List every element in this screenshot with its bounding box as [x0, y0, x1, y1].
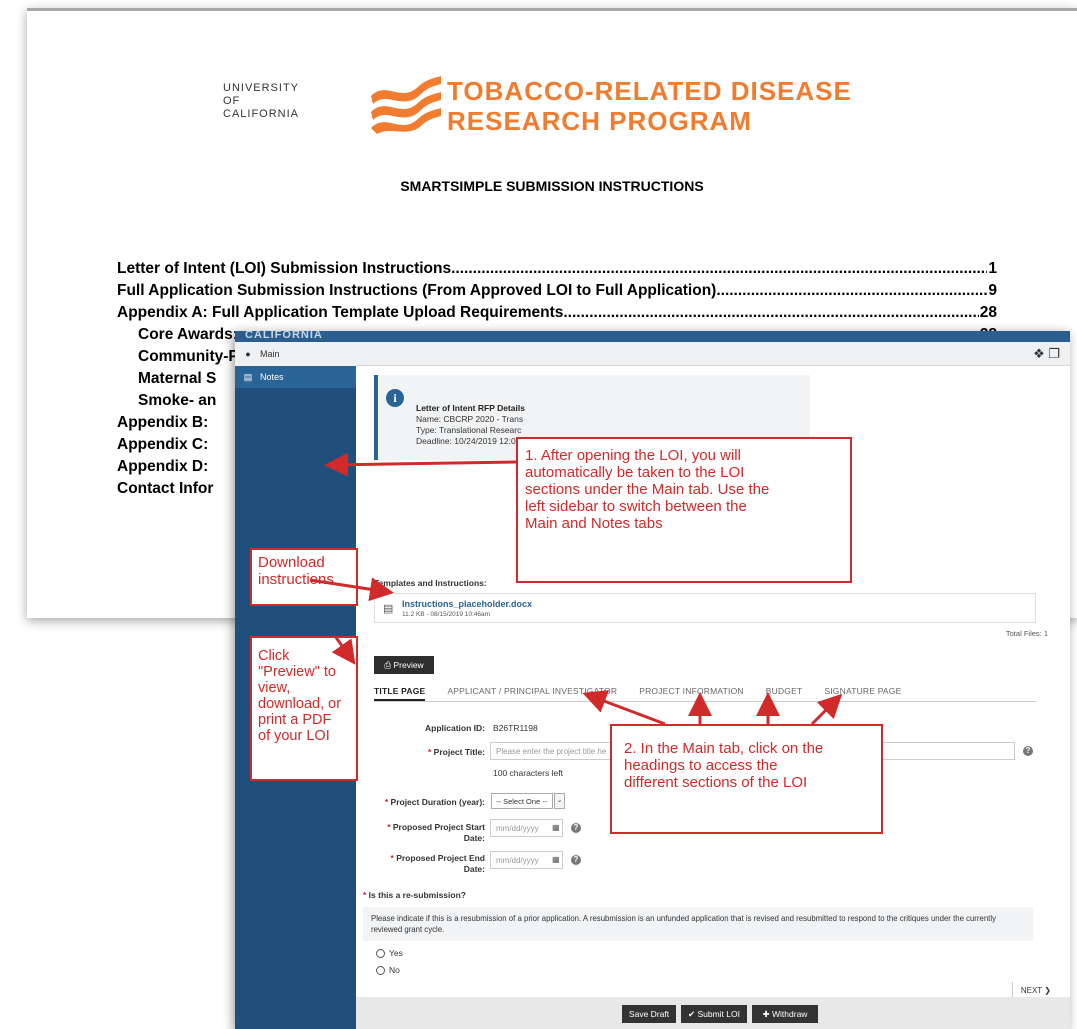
save-draft-button[interactable]: Save Draft: [622, 1005, 676, 1023]
templates-label: Templates and Instructions:: [374, 578, 487, 588]
application-id-value: B26TR1198: [493, 723, 538, 733]
callout-main-tab: 1. After opening the LOI, you will autom…: [516, 437, 852, 583]
info-circle-icon: i: [386, 389, 404, 407]
start-date-label: * Proposed Project Start: [387, 822, 485, 832]
preview-button[interactable]: ⎙ Preview: [374, 656, 434, 674]
action-bar: Save Draft ✔ Submit LOI ✚ Withdraw: [356, 997, 1070, 1029]
project-title-label: * Project Title:: [428, 747, 485, 757]
university-of-california-wordmark: UNIVERSITY OF CALIFORNIA: [223, 82, 300, 120]
radio-circle-icon: [376, 965, 385, 975]
section-tabs: TITLE PAGE APPLICANT / PRINCIPAL INVESTI…: [374, 682, 1036, 702]
header-tools: ❖ ❐: [1033, 346, 1060, 362]
tab-applicant[interactable]: APPLICANT / PRINCIPAL INVESTIGATOR: [447, 682, 617, 701]
next-link[interactable]: NEXT ❯: [1021, 986, 1051, 995]
copy-icon[interactable]: ❐: [1048, 346, 1060, 361]
page-edge: [27, 8, 1077, 11]
divider: [1012, 982, 1013, 998]
end-date-label-2: Date:: [463, 864, 485, 874]
radio-no[interactable]: No: [376, 965, 400, 975]
toc-entry[interactable]: Full Application Submission Instructions…: [117, 282, 997, 304]
application-id-label: Application ID:: [425, 723, 485, 733]
sidebar-item-main[interactable]: ● Main: [235, 342, 356, 366]
resubmission-label: * Is this a re-submission?: [363, 890, 466, 900]
chevron-down-icon[interactable]: ⌄: [554, 793, 565, 809]
document-icon: ▤: [383, 603, 394, 615]
rfp-name: Name: CBCRP 2020 - Trans: [416, 414, 524, 424]
callout-download: Download instructions: [250, 548, 358, 606]
print-icon: ⎙: [384, 659, 394, 670]
total-files: Total Files: 1: [1005, 629, 1048, 638]
tab-budget[interactable]: BUDGET: [766, 682, 803, 701]
end-date-label: * Proposed Project End: [390, 853, 485, 863]
callout-headings: 2. In the Main tab, click on the heading…: [610, 724, 883, 834]
main-header-bar: [235, 342, 1070, 366]
toc-entry[interactable]: Letter of Intent (LOI) Submission Instru…: [117, 260, 997, 282]
file-link[interactable]: Instructions_placeholder.docx: [402, 599, 532, 609]
trdrp-wave-logo-icon: [371, 76, 441, 134]
file-meta: 11.2 KB - 08/15/2019 10:46am: [402, 611, 491, 618]
rfp-deadline: Deadline: 10/24/2019 12:00: [416, 436, 521, 446]
help-icon[interactable]: ?: [1023, 746, 1033, 756]
plus-circle-icon: ✚: [762, 1008, 773, 1019]
help-icon[interactable]: ?: [571, 823, 581, 833]
submit-loi-button[interactable]: ✔ Submit LOI: [681, 1005, 747, 1023]
sidebar-item-notes[interactable]: ▤ Notes: [235, 366, 356, 388]
callout-preview: Click "Preview" to view, download, or pr…: [250, 636, 358, 781]
rfp-heading: Letter of Intent RFP Details: [416, 403, 525, 413]
radio-circle-icon: [376, 948, 385, 958]
resubmission-help: Please indicate if this is a resubmissio…: [363, 907, 1033, 941]
toc-entry[interactable]: Appendix A: Full Application Template Up…: [117, 304, 997, 326]
chars-left: 100 characters left: [493, 768, 563, 778]
duration-select[interactable]: -- Select One --: [491, 793, 553, 809]
radio-yes[interactable]: Yes: [376, 948, 403, 958]
smartsimple-loi-screenshot: CALIFORNIA ● Main ▤ Notes ❖ ❐ i Letter o…: [235, 331, 1070, 1029]
program-name: TOBACCO-RELATED DISEASE RESEARCH PROGRAM: [447, 76, 852, 136]
info-icon[interactable]: ❖: [1033, 346, 1045, 361]
calendar-icon[interactable]: ▦: [552, 823, 560, 832]
calendar-icon[interactable]: ▦: [552, 855, 560, 864]
file-attachment: ▤ Instructions_placeholder.docx 11.2 KB …: [374, 593, 1036, 623]
tab-title-page[interactable]: TITLE PAGE: [374, 682, 426, 701]
help-icon[interactable]: ?: [571, 855, 581, 865]
globe-icon: ●: [245, 349, 251, 359]
withdraw-button[interactable]: ✚ Withdraw: [752, 1005, 818, 1023]
tab-signature-page[interactable]: SIGNATURE PAGE: [824, 682, 901, 701]
app-header: CALIFORNIA: [235, 331, 1070, 342]
tab-project-information[interactable]: PROJECT INFORMATION: [639, 682, 744, 701]
check-circle-icon: ✔: [687, 1008, 698, 1019]
note-icon: ▤: [243, 371, 253, 382]
rfp-type: Type: Translational Researc: [416, 425, 522, 435]
start-date-label-2: Date:: [463, 833, 485, 843]
duration-label: * Project Duration (year):: [384, 797, 485, 807]
document-title: SMARTSIMPLE SUBMISSION INSTRUCTIONS: [400, 178, 704, 194]
